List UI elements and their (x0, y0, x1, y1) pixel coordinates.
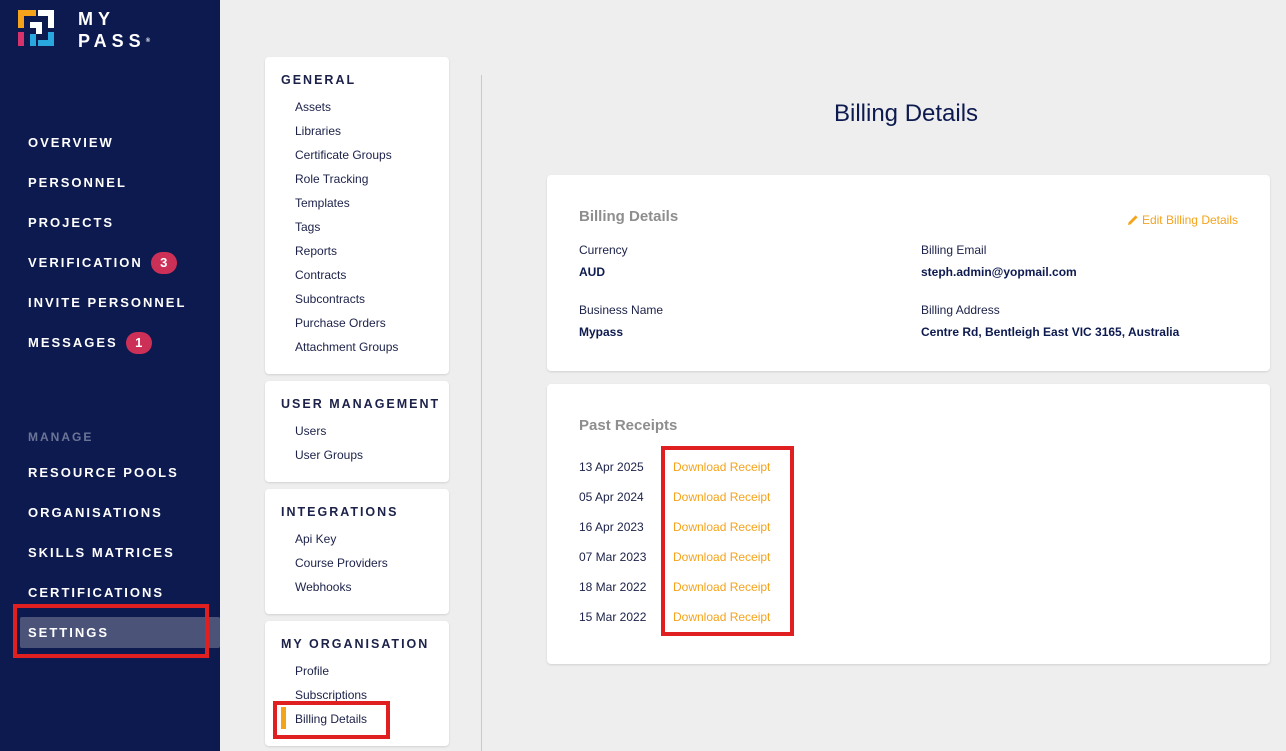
billing-email-value: steph.admin@yopmail.com (921, 265, 1077, 279)
nav-label: CERTIFICATIONS (28, 585, 165, 600)
mypass-logo[interactable]: MY PASS® (18, 10, 168, 50)
nav-certifications[interactable]: CERTIFICATIONS (28, 583, 164, 603)
business-name-label: Business Name (579, 303, 664, 317)
nav-label: ORGANISATIONS (28, 505, 163, 520)
menu-card-integrations: INTEGRATIONS Api Key Course Providers We… (265, 489, 449, 614)
menu-link-reports[interactable]: Reports (295, 244, 337, 258)
edit-billing-details-link[interactable]: Edit Billing Details (1127, 213, 1238, 227)
edit-billing-details-label: Edit Billing Details (1141, 213, 1238, 227)
download-receipts-highlight-box (661, 446, 794, 636)
nav-label: VERIFICATION (28, 255, 143, 270)
menu-link-profile[interactable]: Profile (295, 664, 329, 678)
menu-link-tags[interactable]: Tags (295, 220, 320, 234)
business-name-value: Mypass (579, 325, 624, 339)
billing-card-heading: Billing Details (579, 208, 679, 225)
currency-label: Currency (579, 243, 628, 257)
brand-registered-mark: ® (145, 38, 151, 44)
billing-details-card: Billing Details Edit Billing Details Cur… (547, 175, 1270, 371)
brand-line-1: MY (78, 9, 115, 29)
menu-title-general: GENERAL (281, 73, 357, 87)
billing-email-label: Billing Email (921, 243, 987, 257)
billing-address-value: Centre Rd, Bentleigh East VIC 3165, Aust… (921, 325, 1180, 339)
menu-link-webhooks[interactable]: Webhooks (295, 580, 351, 594)
nav-label: RESOURCE POOLS (28, 465, 179, 480)
billing-address-label: Billing Address (921, 303, 1000, 317)
past-receipts-card: Past Receipts 13 Apr 2025 Download Recei… (547, 384, 1270, 664)
menu-link-subscriptions[interactable]: Subscriptions (295, 688, 367, 702)
menu-title-my-organisation: MY ORGANISATION (281, 637, 430, 651)
menu-link-templates[interactable]: Templates (295, 196, 350, 210)
menu-link-contracts[interactable]: Contracts (295, 268, 346, 282)
settings-highlight-box (13, 604, 209, 658)
billing-details-highlight-box (273, 701, 390, 739)
nav-personnel[interactable]: PERSONNEL (28, 173, 127, 193)
brand-line-2: PASS (78, 31, 146, 51)
verification-count-badge: 3 (150, 252, 177, 274)
page-title: Billing Details (834, 100, 979, 127)
nav-resource-pools[interactable]: RESOURCE POOLS (28, 463, 179, 483)
messages-count-badge: 1 (125, 332, 152, 354)
menu-link-course-providers[interactable]: Course Providers (295, 556, 388, 570)
menu-card-general: GENERAL Assets Libraries Certificate Gro… (265, 57, 449, 374)
menu-link-libraries[interactable]: Libraries (295, 124, 341, 138)
nav-label: OVERVIEW (28, 135, 114, 150)
menu-title-integrations: INTEGRATIONS (281, 505, 399, 519)
receipt-date: 05 Apr 2024 (579, 490, 644, 504)
brand-name: MY PASS® (78, 10, 150, 50)
menu-link-certificate-groups[interactable]: Certificate Groups (295, 148, 392, 162)
nav-label: PERSONNEL (28, 175, 127, 190)
pencil-icon (1127, 215, 1138, 225)
currency-value: AUD (579, 265, 605, 279)
receipt-date: 16 Apr 2023 (579, 520, 644, 534)
receipt-date: 18 Mar 2022 (579, 580, 647, 594)
receipt-date: 07 Mar 2023 (579, 550, 647, 564)
manage-section-label: MANAGE (28, 430, 94, 444)
menu-link-attachment-groups[interactable]: Attachment Groups (295, 340, 398, 354)
menu-link-assets[interactable]: Assets (295, 100, 331, 114)
nav-projects[interactable]: PROJECTS (28, 213, 114, 233)
past-receipts-heading: Past Receipts (579, 417, 678, 434)
menu-link-role-tracking[interactable]: Role Tracking (295, 172, 368, 186)
mypass-logo-icon (18, 10, 54, 46)
nav-label: SKILLS MATRICES (28, 545, 175, 560)
receipt-date: 13 Apr 2025 (579, 460, 644, 474)
nav-label: MESSAGES (28, 335, 118, 350)
menu-link-subcontracts[interactable]: Subcontracts (295, 292, 365, 306)
nav-verification[interactable]: VERIFICATION 3 (28, 252, 177, 274)
menu-link-users[interactable]: Users (295, 424, 326, 438)
menu-link-user-groups[interactable]: User Groups (295, 448, 363, 462)
menu-link-api-key[interactable]: Api Key (295, 532, 336, 546)
nav-label: INVITE PERSONNEL (28, 295, 187, 310)
nav-label: PROJECTS (28, 215, 115, 230)
nav-overview[interactable]: OVERVIEW (28, 133, 114, 153)
column-divider (481, 75, 482, 751)
menu-title-user-management: USER MANAGEMENT (281, 397, 441, 411)
receipt-date: 15 Mar 2022 (579, 610, 647, 624)
nav-messages[interactable]: MESSAGES 1 (28, 332, 152, 354)
menu-card-user-management: USER MANAGEMENT Users User Groups (265, 381, 449, 482)
menu-link-purchase-orders[interactable]: Purchase Orders (295, 316, 386, 330)
nav-invite-personnel[interactable]: INVITE PERSONNEL (28, 293, 186, 313)
nav-organisations[interactable]: ORGANISATIONS (28, 503, 163, 523)
nav-skills-matrices[interactable]: SKILLS MATRICES (28, 543, 175, 563)
